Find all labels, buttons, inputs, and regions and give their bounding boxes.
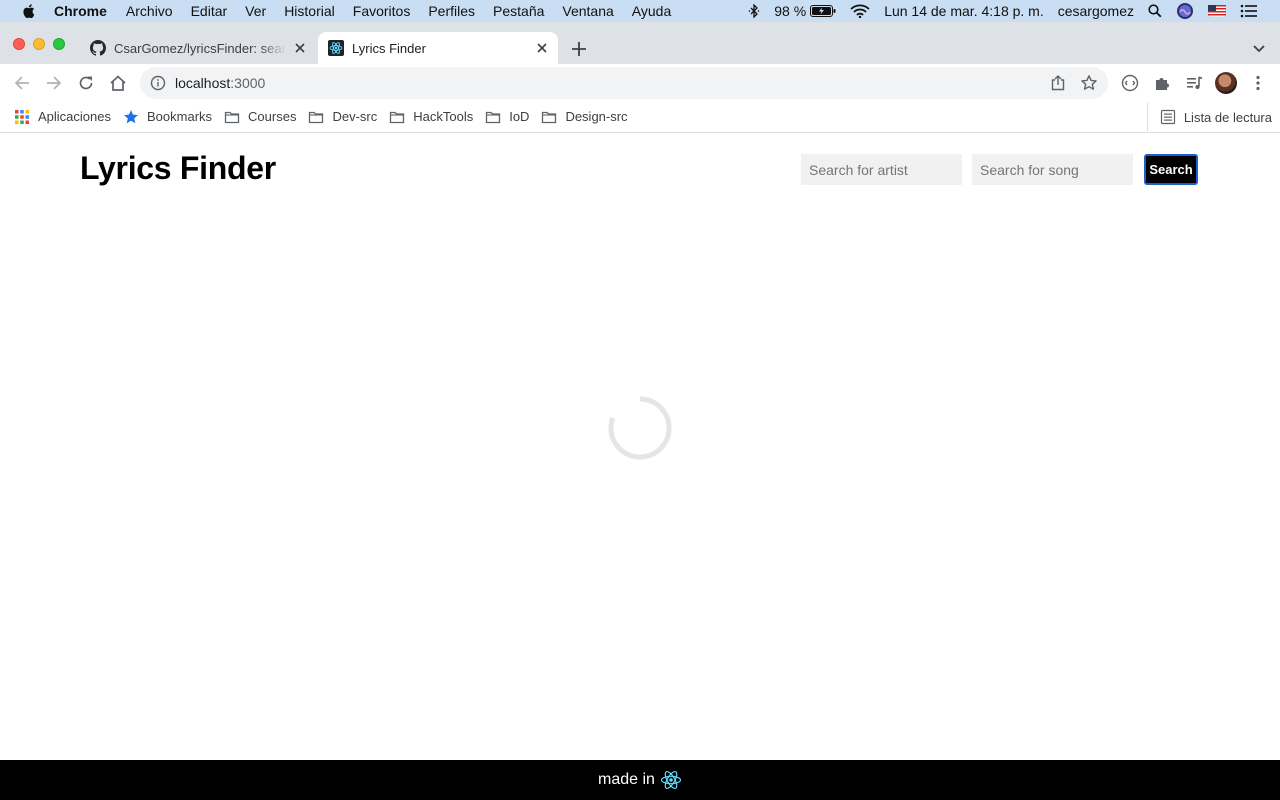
- menu-app-chrome[interactable]: Chrome: [54, 3, 107, 19]
- tab-github-repo[interactable]: CsarGomez/lyricsFinder: search: [80, 32, 316, 64]
- bookmark-label: Aplicaciones: [38, 109, 111, 124]
- menu-ventana[interactable]: Ventana: [562, 3, 613, 19]
- loading-spinner: [608, 396, 672, 460]
- brand-title[interactable]: Lyrics Finder: [80, 150, 276, 187]
- page-content: Lyrics Finder Search: [0, 134, 1280, 760]
- bookmark-courses[interactable]: Courses: [218, 103, 302, 131]
- spotlight-search-icon[interactable]: [1148, 4, 1162, 18]
- wifi-icon[interactable]: [850, 4, 870, 18]
- siri-icon[interactable]: [1176, 2, 1194, 20]
- site-info-icon[interactable]: [150, 75, 166, 91]
- bookmark-design-src[interactable]: Design-src: [535, 103, 633, 131]
- bookmark-apps[interactable]: Aplicaciones: [8, 103, 117, 131]
- github-icon: [90, 40, 106, 56]
- bookmark-hacktools[interactable]: HackTools: [383, 103, 479, 131]
- menu-ver[interactable]: Ver: [245, 3, 266, 19]
- reading-list-button[interactable]: Lista de lectura: [1146, 103, 1272, 131]
- bookmark-iod[interactable]: IoD: [479, 103, 535, 131]
- extensions-puzzle-icon[interactable]: [1152, 73, 1172, 93]
- menu-favoritos[interactable]: Favoritos: [353, 3, 411, 19]
- chrome-menu-kebab-icon[interactable]: [1248, 73, 1268, 93]
- folder-icon: [224, 111, 240, 123]
- battery-percent[interactable]: 98 %: [774, 3, 806, 19]
- new-tab-plus-icon[interactable]: [570, 40, 588, 58]
- menu-pestana[interactable]: Pestaña: [493, 3, 544, 19]
- reading-list-label: Lista de lectura: [1183, 109, 1272, 125]
- clock[interactable]: Lun 14 de mar. 4:18 p. m.: [884, 3, 1044, 19]
- tab-close-icon[interactable]: [534, 40, 550, 56]
- search-button[interactable]: Search: [1144, 154, 1198, 185]
- media-control-icon[interactable]: [1184, 73, 1204, 93]
- menu-archivo[interactable]: Archivo: [126, 3, 173, 19]
- tab-lyrics-finder[interactable]: Lyrics Finder: [318, 32, 558, 64]
- window-zoom-button[interactable]: [53, 38, 65, 50]
- macos-menu-bar: Chrome Archivo Editar Ver Historial Favo…: [0, 0, 1280, 22]
- tab-close-icon[interactable]: [292, 40, 308, 56]
- tab-title: Lyrics Finder: [352, 40, 426, 56]
- bookmark-label: HackTools: [413, 109, 474, 124]
- reading-list-icon: [1160, 109, 1175, 125]
- tab-strip: CsarGomez/lyricsFinder: search Lyrics Fi…: [0, 22, 1280, 64]
- window-close-button[interactable]: [13, 38, 25, 50]
- menu-ayuda[interactable]: Ayuda: [632, 3, 671, 19]
- extension-devtools-icon[interactable]: [1120, 73, 1140, 93]
- url-host: localhost: [175, 75, 231, 91]
- back-arrow-icon[interactable]: [12, 73, 32, 93]
- star-icon: [124, 109, 138, 123]
- bookmark-label: Design-src: [565, 109, 628, 124]
- battery-icon[interactable]: [810, 5, 836, 17]
- home-icon[interactable]: [108, 73, 128, 93]
- tab-title: CsarGomez/lyricsFinder: search: [114, 40, 286, 56]
- menu-perfiles[interactable]: Perfiles: [428, 3, 475, 19]
- folder-icon: [542, 111, 557, 123]
- browser-toolbar: localhost:3000: [0, 64, 1280, 101]
- url-port: :3000: [230, 75, 266, 91]
- profile-avatar[interactable]: [1215, 72, 1237, 94]
- artist-search-input[interactable]: [801, 154, 962, 185]
- tab-search-chevron-icon[interactable]: [1252, 43, 1266, 55]
- bookmark-label: Dev-src: [332, 109, 378, 124]
- bookmarks-bar: Aplicaciones Bookmarks Courses Dev-src H…: [0, 101, 1280, 133]
- url-text[interactable]: localhost:3000: [175, 75, 265, 91]
- apple-icon[interactable]: [20, 2, 38, 20]
- folder-icon: [390, 111, 405, 123]
- bookmark-label: IoD: [509, 109, 530, 124]
- share-icon[interactable]: [1050, 75, 1066, 91]
- footer-text: made in: [598, 771, 655, 788]
- menu-historial[interactable]: Historial: [284, 3, 335, 19]
- reload-icon[interactable]: [76, 73, 96, 93]
- us-flag-icon[interactable]: [1208, 5, 1226, 17]
- react-icon: [328, 40, 344, 56]
- bookmark-bookmarks[interactable]: Bookmarks: [117, 103, 218, 131]
- bookmark-label: Courses: [248, 109, 297, 124]
- user-name[interactable]: cesargomez: [1058, 3, 1134, 19]
- address-bar[interactable]: localhost:3000: [140, 67, 1108, 99]
- bookmark-label: Bookmarks: [147, 109, 213, 124]
- apps-grid-icon: [15, 109, 29, 124]
- window-minimize-button[interactable]: [33, 38, 45, 50]
- bookmark-star-icon[interactable]: [1080, 74, 1098, 92]
- react-icon: [660, 770, 682, 790]
- bluetooth-icon[interactable]: [748, 4, 760, 18]
- control-center-icon[interactable]: [1240, 4, 1258, 18]
- folder-icon: [309, 111, 324, 123]
- song-search-input[interactable]: [972, 154, 1133, 185]
- folder-icon: [486, 111, 501, 123]
- bookmark-dev-src[interactable]: Dev-src: [302, 103, 383, 131]
- footer: made in: [0, 760, 1280, 800]
- menu-editar[interactable]: Editar: [191, 3, 228, 19]
- forward-arrow-icon[interactable]: [44, 73, 64, 93]
